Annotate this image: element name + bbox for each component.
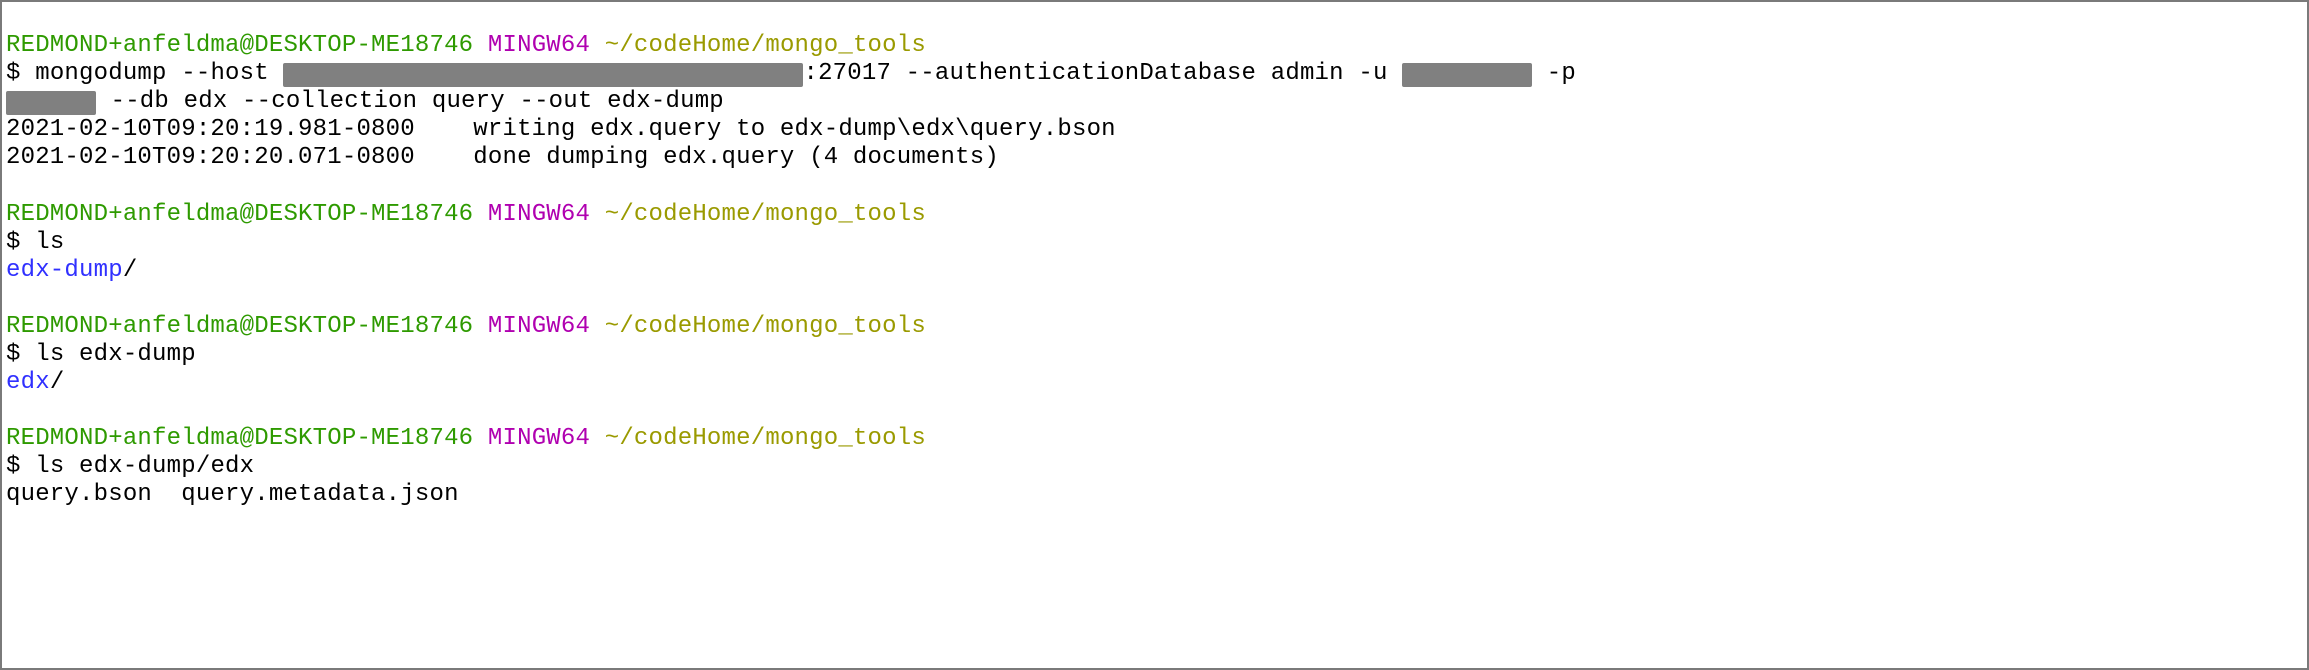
prompt-env: MINGW64 [488, 32, 590, 59]
prompt-dollar: $ [6, 453, 35, 480]
redacted-user [1402, 63, 1532, 87]
ls-output-slash: / [123, 257, 138, 284]
prompt-user: REDMOND+anfeldma@DESKTOP-ME18746 [6, 425, 473, 452]
cmd3: ls edx-dump [35, 341, 196, 368]
redacted-host [283, 63, 803, 87]
terminal-window[interactable]: REDMOND+anfeldma@DESKTOP-ME18746 MINGW64… [0, 0, 2309, 670]
prompt-dollar: $ [6, 341, 35, 368]
prompt-user: REDMOND+anfeldma@DESKTOP-ME18746 [6, 313, 473, 340]
prompt-path: ~/codeHome/mongo_tools [605, 313, 926, 340]
output-line-1: 2021-02-10T09:20:19.981-0800 writing edx… [6, 116, 1116, 143]
prompt-env: MINGW64 [488, 201, 590, 228]
cmd1-part-c: -p [1532, 60, 1576, 87]
prompt-user: REDMOND+anfeldma@DESKTOP-ME18746 [6, 201, 473, 228]
output-line-2: 2021-02-10T09:20:20.071-0800 done dumpin… [6, 144, 999, 171]
ls-output-slash: / [50, 369, 65, 396]
prompt-env: MINGW64 [488, 425, 590, 452]
ls-output-files: query.bson query.metadata.json [6, 481, 459, 508]
cmd1-part-d: --db edx --collection query --out edx-du… [96, 88, 724, 115]
prompt-env: MINGW64 [488, 313, 590, 340]
ls-output-dir: edx-dump [6, 257, 123, 284]
cmd1-part-b: :27017 --authenticationDatabase admin -u [803, 60, 1402, 87]
ls-output-dir: edx [6, 369, 50, 396]
prompt-path: ~/codeHome/mongo_tools [605, 425, 926, 452]
prompt-path: ~/codeHome/mongo_tools [605, 32, 926, 59]
redacted-password [6, 91, 96, 115]
prompt-path: ~/codeHome/mongo_tools [605, 201, 926, 228]
cmd1-part-a: mongodump --host [35, 60, 283, 87]
prompt-dollar: $ [6, 229, 35, 256]
prompt-user: REDMOND+anfeldma@DESKTOP-ME18746 [6, 32, 473, 59]
cmd2: ls [35, 229, 64, 256]
cmd4: ls edx-dump/edx [35, 453, 254, 480]
prompt-dollar: $ [6, 60, 35, 87]
